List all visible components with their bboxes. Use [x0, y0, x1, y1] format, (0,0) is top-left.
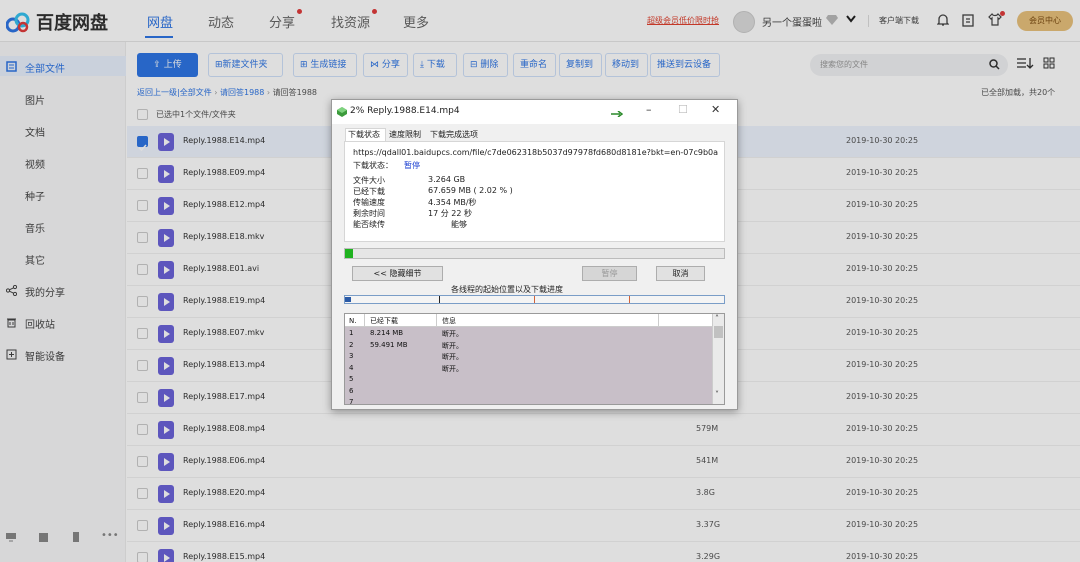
download-app-icon — [337, 107, 347, 117]
hide-details-button[interactable]: << 隐藏细节 — [352, 266, 443, 281]
thread-progress-bar — [344, 295, 725, 304]
scrollbar-thumb[interactable] — [714, 326, 723, 338]
tab-completion-options[interactable]: 下载完成选项 — [430, 129, 478, 140]
download-progress-bar — [344, 248, 725, 259]
thread-info: 断开。 — [442, 330, 463, 338]
maximize-icon: ☐ — [678, 103, 688, 116]
tab-download-status[interactable]: 下载状态 — [348, 129, 380, 140]
remaining-value: 17 分 22 秒 — [428, 209, 472, 218]
thread-marker — [534, 296, 535, 303]
remaining-label: 剩余时间 — [353, 209, 385, 218]
file-size-label: 文件大小 — [353, 176, 385, 185]
col-info: 信息 — [442, 317, 456, 325]
thread-segment — [345, 297, 351, 302]
thread-info: 断开。 — [442, 364, 463, 373]
col-divider — [658, 314, 659, 327]
status-value: 暂停 — [404, 161, 420, 170]
resumable-label: 能否续传 — [353, 220, 385, 229]
speed-label: 传输速度 — [353, 198, 385, 207]
scroll-down-icon[interactable]: ˅ — [715, 390, 719, 399]
thread-n: 5 — [349, 375, 354, 383]
tab-speed-limit[interactable]: 速度限制 — [389, 129, 421, 140]
threads-caption: 各线程的起始位置以及下载进度 — [451, 285, 563, 294]
thread-n: 3 — [349, 352, 354, 360]
status-label: 下载状态： — [353, 161, 393, 170]
progress-fill — [345, 249, 353, 258]
speed-value: 4.354 MB/秒 — [428, 198, 477, 207]
col-divider — [436, 314, 437, 327]
col-n: N. — [349, 317, 357, 325]
thread-n: 2 — [349, 340, 354, 349]
thread-downloaded: 59.491 MB — [370, 340, 408, 349]
download-url: https://qdall01.baidupcs.com/file/c7de06… — [353, 148, 718, 157]
thread-n: 6 — [349, 386, 354, 395]
col-divider — [364, 314, 365, 327]
col-downloaded: 已经下载 — [370, 317, 398, 325]
threads-table: N. 已经下载 信息 1 8.214 MB 断开。 2 59.491 MB 断开。 3 断开。… — [344, 313, 725, 405]
downloaded-value: 67.659 MB ( 2.02 % ) — [428, 186, 513, 195]
thread-downloaded: 8.214 MB — [370, 329, 404, 337]
thread-info: 断开。 — [442, 353, 463, 361]
thread-n: 4 — [349, 363, 354, 372]
minimize-icon[interactable]: – — [646, 103, 652, 116]
thread-n: 1 — [349, 329, 354, 337]
thread-marker — [439, 296, 440, 303]
close-icon[interactable]: ✕ — [711, 103, 720, 116]
resumable-value: 能够 — [451, 220, 467, 229]
dialog-titlebar[interactable]: 2% Reply.1988.E14.mp4 – ☐ ✕ — [332, 100, 737, 124]
thread-n: 7 — [349, 398, 354, 405]
cancel-button[interactable]: 取消 — [656, 266, 705, 281]
dialog-title: 2% Reply.1988.E14.mp4 — [350, 106, 460, 116]
status-panel: https://qdall01.baidupcs.com/file/c7de06… — [344, 141, 725, 242]
thread-marker — [629, 296, 630, 303]
download-dialog: 2% Reply.1988.E14.mp4 – ☐ ✕ 下载状态 速度限制 下载… — [331, 99, 738, 410]
pause-button: 暂停 — [582, 266, 637, 281]
scroll-up-icon[interactable]: ˄ — [715, 314, 719, 323]
arrow-right-icon — [611, 111, 623, 117]
file-size-value: 3.264 GB — [428, 175, 466, 184]
thread-info: 断开。 — [442, 341, 463, 350]
threads-table-header: N. 已经下载 信息 — [345, 314, 712, 327]
threads-scrollbar[interactable]: ˄ ˅ — [712, 314, 724, 404]
downloaded-label: 已经下载 — [353, 187, 385, 196]
